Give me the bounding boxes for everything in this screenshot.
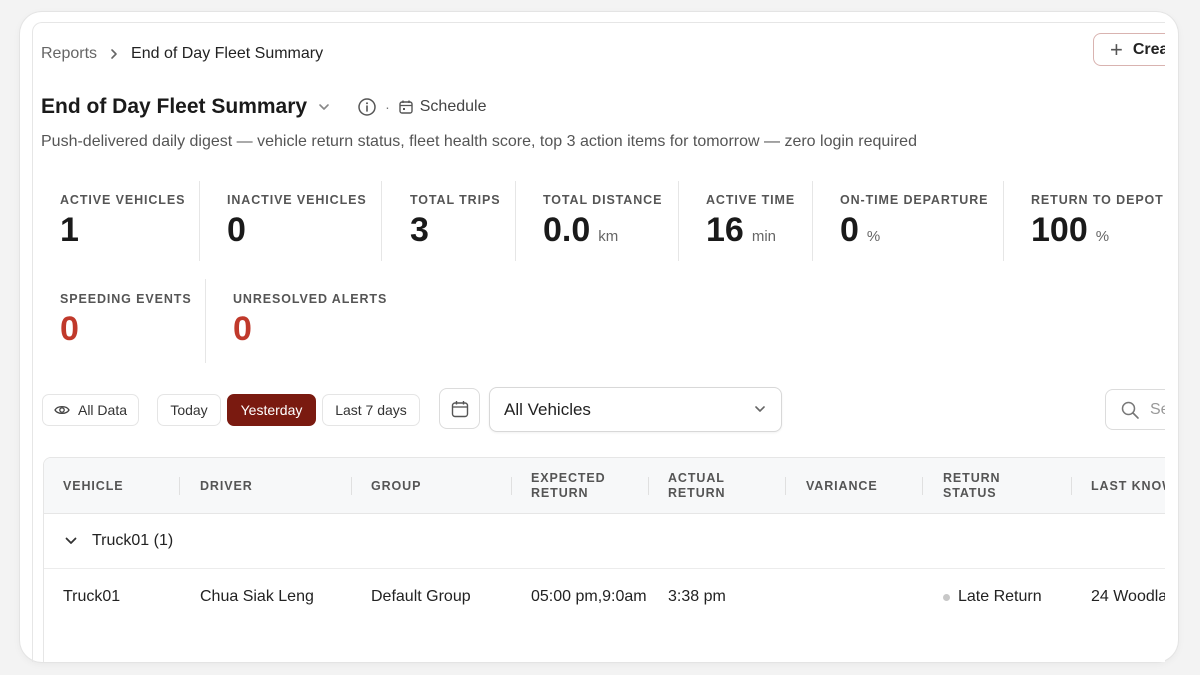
group-label: Truck01 (1): [92, 532, 174, 549]
metric-label: UNRESOLVED ALERTS: [233, 292, 388, 306]
metric-inactive-vehicles: INACTIVE VEHICLES 0: [227, 193, 367, 247]
metric-unit: %: [866, 228, 881, 245]
metric-value: 16: [706, 211, 744, 249]
info-icon[interactable]: [357, 97, 377, 117]
chevron-down-icon[interactable]: [317, 102, 331, 112]
column-header-return-status[interactable]: RETURN STATUS: [943, 458, 1023, 514]
cell-vehicle: Truck01: [63, 588, 121, 605]
metric-active-vehicles: ACTIVE VEHICLES 1: [60, 193, 185, 247]
metric-value: 100: [1031, 211, 1088, 249]
chevron-down-icon: [753, 402, 767, 416]
metric-return-to-depot: RETURN TO DEPOT 100%: [1031, 193, 1164, 247]
metric-divider: [381, 181, 382, 261]
search-placeholder: Se: [1150, 400, 1165, 418]
column-divider: [351, 477, 352, 495]
metric-divider: [1003, 181, 1004, 261]
column-divider: [648, 477, 649, 495]
date-picker-button[interactable]: [439, 388, 480, 429]
cell-return-status: Late Return: [943, 569, 1042, 625]
metric-value: 0: [60, 310, 79, 348]
cell-actual-return: 3:38 pm: [668, 588, 726, 605]
all-data-label: All Data: [77, 402, 128, 418]
column-header-driver[interactable]: DRIVER: [200, 458, 253, 514]
breadcrumb-current: End of Day Fleet Summary: [131, 45, 324, 62]
metric-unit: km: [598, 228, 619, 245]
calendar-icon: [399, 100, 413, 114]
breadcrumb-reports-link[interactable]: Reports: [41, 45, 97, 63]
cell-expected-return: 05:00 pm,9:0am: [531, 588, 647, 605]
metric-speeding-events: SPEEDING EVENTS 0: [60, 292, 192, 346]
column-divider: [511, 477, 512, 495]
cell-group: Default Group: [371, 588, 471, 605]
metric-unresolved-alerts: UNRESOLVED ALERTS 0: [233, 292, 387, 346]
metric-label: RETURN TO DEPOT: [1031, 193, 1164, 207]
metric-value: 0.0: [543, 211, 591, 249]
metric-divider: [515, 181, 516, 261]
metric-value: 1: [60, 211, 79, 249]
return-status-table: VEHICLE DRIVER GROUP EXPECTED RETURN ACT…: [43, 457, 1165, 662]
range-today-button[interactable]: Today: [157, 394, 221, 426]
plus-icon: +: [1110, 36, 1123, 62]
title-row: End of Day Fleet Summary · Schedule: [41, 95, 486, 119]
chevron-down-icon: [65, 537, 77, 544]
schedule-label: Schedule: [419, 98, 487, 115]
column-header-actual-return[interactable]: ACTUAL RETURN: [668, 458, 748, 514]
metric-label: INACTIVE VEHICLES: [227, 193, 367, 207]
metric-on-time-departure: ON-TIME DEPARTURE 0%: [840, 193, 988, 247]
schedule-link[interactable]: Schedule: [398, 98, 487, 116]
breadcrumb: Reports End of Day Fleet Summary: [41, 45, 323, 63]
column-divider: [1071, 477, 1072, 495]
metric-unit: min: [751, 228, 776, 245]
vehicle-select-value: All Vehicles: [504, 399, 591, 419]
cell-last-known: 24 Woodla: [1091, 588, 1165, 605]
column-header-expected-return[interactable]: EXPECTED RETURN: [531, 458, 621, 514]
column-header-group[interactable]: GROUP: [371, 458, 421, 514]
metric-label: ACTIVE TIME: [706, 193, 796, 207]
group-row[interactable]: Truck01 (1): [44, 514, 1165, 569]
column-divider: [922, 477, 923, 495]
return-status-label: Late Return: [958, 588, 1042, 605]
eye-icon: [54, 405, 70, 415]
metric-label: ACTIVE VEHICLES: [60, 193, 186, 207]
metric-total-trips: TOTAL TRIPS 3: [410, 193, 500, 247]
cell-driver: Chua Siak Leng: [200, 588, 314, 605]
calendar-icon: [451, 400, 468, 417]
metric-divider: [812, 181, 813, 261]
metric-value: 3: [410, 211, 429, 249]
column-divider: [785, 477, 786, 495]
column-header-variance[interactable]: VARIANCE: [806, 458, 878, 514]
metric-divider: [199, 181, 200, 261]
metric-value: 0: [233, 310, 252, 348]
metric-total-distance: TOTAL DISTANCE 0.0 km: [543, 193, 662, 247]
column-header-vehicle[interactable]: VEHICLE: [63, 458, 123, 514]
status-dot-icon: [943, 593, 950, 601]
search-input[interactable]: Se: [1105, 389, 1165, 430]
vehicle-select[interactable]: All Vehicles: [489, 387, 782, 432]
metric-divider: [678, 181, 679, 261]
metric-unit: %: [1095, 228, 1110, 245]
column-divider: [179, 477, 180, 495]
metric-active-time: ACTIVE TIME 16 min: [706, 193, 795, 247]
create-button[interactable]: + Crea: [1093, 33, 1165, 66]
metric-label: ON-TIME DEPARTURE: [840, 193, 989, 207]
metric-label: TOTAL TRIPS: [410, 193, 501, 207]
search-icon: [1121, 401, 1139, 419]
metric-divider: [205, 279, 206, 363]
page-subtitle: Push-delivered daily digest — vehicle re…: [41, 133, 917, 150]
metric-value: 0: [227, 211, 246, 249]
report-panel: Reports End of Day Fleet Summary + Crea …: [32, 22, 1165, 662]
chevron-right-icon: [109, 48, 119, 60]
metric-value: 0: [840, 211, 859, 249]
separator-dot: ·: [385, 99, 390, 115]
page-title: End of Day Fleet Summary: [41, 95, 308, 118]
create-button-label: Crea: [1132, 40, 1165, 58]
metric-label: TOTAL DISTANCE: [543, 193, 663, 207]
range-yesterday-button[interactable]: Yesterday: [227, 394, 316, 426]
all-data-toggle[interactable]: All Data: [42, 394, 139, 426]
app-window: Reports End of Day Fleet Summary + Crea …: [20, 12, 1178, 662]
table-header: VEHICLE DRIVER GROUP EXPECTED RETURN ACT…: [44, 458, 1165, 514]
column-header-last-known[interactable]: LAST KNOW: [1091, 458, 1165, 514]
metric-label: SPEEDING EVENTS: [60, 292, 192, 306]
range-last-7-days-button[interactable]: Last 7 days: [322, 394, 420, 426]
